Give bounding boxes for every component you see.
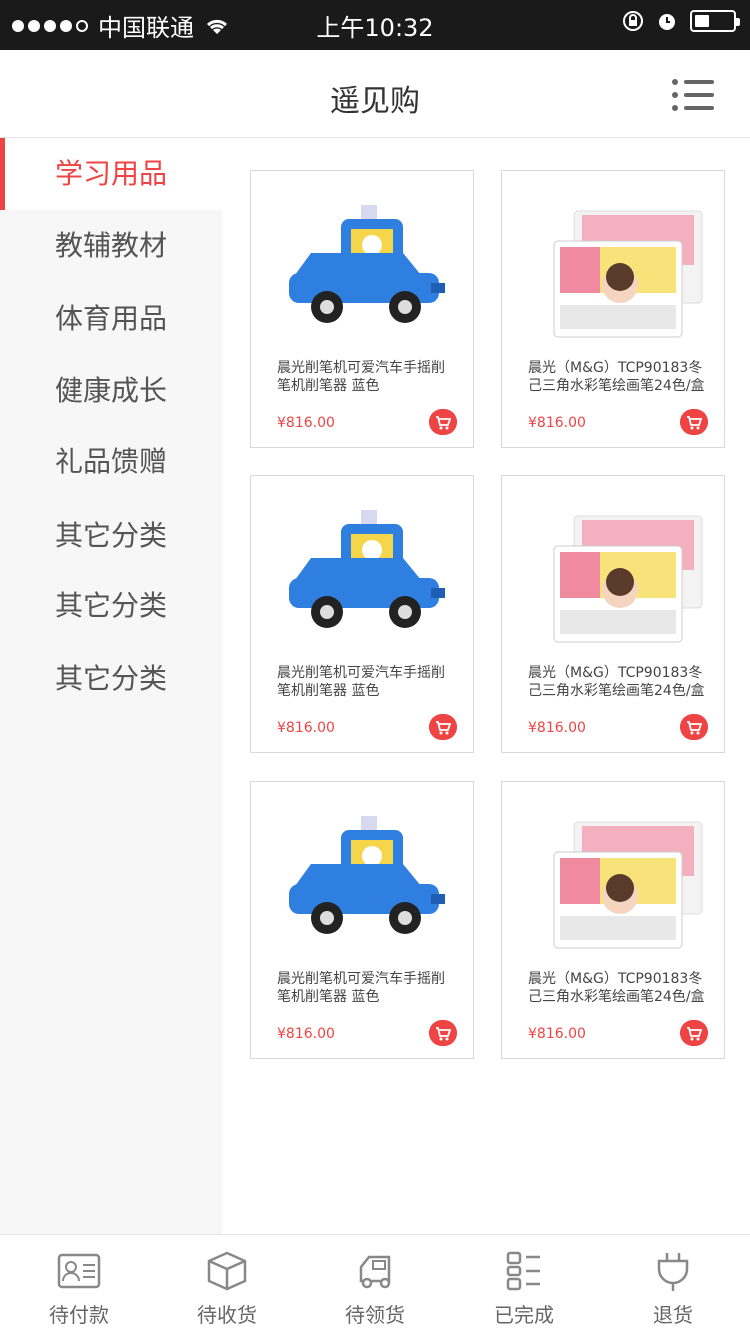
car-sharpener-image: [289, 205, 445, 323]
product-name: 晨光削笔机可爱汽车手摇削笔机削笔器 蓝色: [277, 971, 445, 1005]
box-icon: [207, 1251, 247, 1291]
status-right: [622, 10, 740, 32]
list-icon: [506, 1251, 540, 1291]
product-price: ¥816.00: [528, 1026, 586, 1042]
product-card[interactable]: 晨光削笔机可爱汽车手摇削笔机削笔器 蓝色 ¥816.00: [250, 170, 474, 448]
watercolor-pens-image: [553, 821, 703, 949]
product-price: ¥816.00: [277, 720, 335, 736]
tab-label: 退货: [653, 1303, 693, 1327]
sidebar-item-other-3[interactable]: 其它分类: [0, 643, 222, 715]
product-name: 晨光削笔机可爱汽车手摇削笔机削笔器 蓝色: [277, 665, 445, 699]
menu-icon-line: [684, 80, 714, 84]
product-name: 晨光（M&G）TCP90183冬己三角水彩笔绘画笔24色/盒: [528, 360, 705, 394]
product-card[interactable]: 晨光削笔机可爱汽车手摇削笔机削笔器 蓝色 ¥816.00: [250, 475, 474, 753]
header: 遥见购: [0, 50, 750, 138]
sidebar-item-health[interactable]: 健康成长: [0, 355, 222, 427]
page-title: 遥见购: [330, 84, 420, 119]
alarm-icon: [659, 14, 675, 30]
orientation-lock-icon: [623, 11, 643, 31]
category-sidebar: 学习用品 教辅教材 体育用品 健康成长 礼品馈赠 其它分类 其它分类 其它分类: [0, 138, 222, 1234]
product-price: ¥816.00: [528, 415, 586, 431]
menu-icon-line: [684, 106, 714, 110]
car-sharpener-image: [289, 816, 445, 934]
id-card-icon: [57, 1253, 101, 1289]
tab-pending-pickup[interactable]: 待领货: [300, 1235, 450, 1335]
menu-button[interactable]: [672, 78, 714, 112]
sidebar-item-teaching-materials[interactable]: 教辅教材: [0, 210, 222, 282]
tab-label: 待付款: [49, 1303, 109, 1327]
cart-icon[interactable]: [680, 714, 708, 740]
product-price: ¥816.00: [528, 720, 586, 736]
product-card[interactable]: 晨光（M&G）TCP90183冬己三角水彩笔绘画笔24色/盒 ¥816.00: [501, 475, 725, 753]
product-grid: 晨光削笔机可爱汽车手摇削笔机削笔器 蓝色 ¥816.00 晨光（M&G）TCP9…: [222, 138, 750, 1234]
tab-pending-receipt[interactable]: 待收货: [152, 1235, 302, 1335]
sidebar-item-other-2[interactable]: 其它分类: [0, 570, 222, 642]
sidebar-item-sports[interactable]: 体育用品: [0, 283, 222, 355]
sidebar-item-gifts[interactable]: 礼品馈赠: [0, 426, 222, 498]
car-sharpener-image: [289, 510, 445, 628]
bottom-tabbar: 待付款 待收货 待领货 已完成 退货: [0, 1234, 750, 1334]
tab-label: 待领货: [345, 1303, 405, 1327]
menu-icon-dot: [672, 92, 678, 98]
cart-icon[interactable]: [429, 1020, 457, 1046]
menu-icon: [672, 79, 678, 85]
cart-icon[interactable]: [680, 1020, 708, 1046]
status-bar: 中国联通 上午10:32: [0, 0, 750, 50]
product-card[interactable]: 晨光削笔机可爱汽车手摇削笔机削笔器 蓝色 ¥816.00: [250, 781, 474, 1059]
sidebar-item-study-supplies[interactable]: 学习用品: [0, 138, 222, 210]
cart-icon[interactable]: [680, 409, 708, 435]
product-card[interactable]: 晨光（M&G）TCP90183冬己三角水彩笔绘画笔24色/盒 ¥816.00: [501, 170, 725, 448]
tab-return[interactable]: 退货: [598, 1235, 748, 1335]
tab-label: 已完成: [494, 1303, 554, 1327]
plug-icon: [657, 1253, 689, 1291]
tab-label: 待收货: [197, 1303, 257, 1327]
product-price: ¥816.00: [277, 1026, 335, 1042]
tab-pending-payment[interactable]: 待付款: [4, 1235, 154, 1335]
product-name: 晨光削笔机可爱汽车手摇削笔机削笔器 蓝色: [277, 360, 445, 394]
product-name: 晨光（M&G）TCP90183冬己三角水彩笔绘画笔24色/盒: [528, 665, 705, 699]
product-price: ¥816.00: [277, 415, 335, 431]
cart-icon[interactable]: [429, 714, 457, 740]
battery-icon: [690, 10, 740, 32]
tab-completed[interactable]: 已完成: [449, 1235, 599, 1335]
menu-icon-dot: [672, 105, 678, 111]
watercolor-pens-image: [553, 210, 703, 338]
menu-icon-line: [684, 93, 714, 97]
cart-icon[interactable]: [429, 409, 457, 435]
product-name: 晨光（M&G）TCP90183冬己三角水彩笔绘画笔24色/盒: [528, 971, 705, 1005]
watercolor-pens-image: [553, 515, 703, 643]
sidebar-item-other-1[interactable]: 其它分类: [0, 500, 222, 572]
product-card[interactable]: 晨光（M&G）TCP90183冬己三角水彩笔绘画笔24色/盒 ¥816.00: [501, 781, 725, 1059]
truck-icon: [359, 1255, 391, 1289]
